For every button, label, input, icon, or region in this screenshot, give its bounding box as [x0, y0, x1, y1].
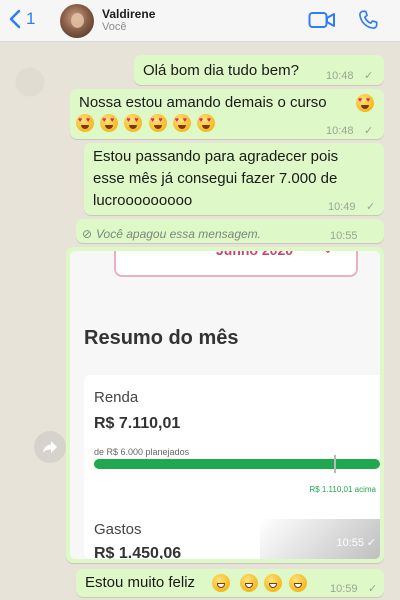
grinning-emoji-icon: [264, 574, 283, 592]
deleted-message-bubble[interactable]: ⊘ Você apagou essa mensagem. 10:55: [76, 219, 384, 243]
forward-button[interactable]: [34, 431, 66, 463]
message-time: 10:55: [336, 537, 364, 549]
planned-marker: [334, 455, 336, 473]
income-value: R$ 7.110,01: [94, 415, 181, 432]
heart-eyes-emoji-icon: ♥ ♥: [356, 94, 376, 116]
message-time: 10:48: [326, 70, 354, 82]
video-call-icon[interactable]: [308, 10, 336, 30]
message-text: Nossa estou amando demais o curso: [79, 94, 327, 111]
income-label: Renda: [94, 389, 139, 406]
phone-call-icon[interactable]: [357, 8, 379, 32]
heart-eyes-emoji-icon: ♥ ♥: [100, 114, 119, 132]
month-selector: Junho 2020 ⌄: [114, 251, 358, 277]
message-bubble[interactable]: Estou passando para agradecer pois esse …: [84, 143, 384, 215]
chat-header: 1 Valdirene Você: [0, 0, 400, 42]
summary-title: Resumo do mês: [84, 327, 239, 349]
blocked-icon: ⊘: [82, 227, 93, 241]
chevron-left-icon: [9, 9, 21, 29]
check-icon: ✓: [364, 70, 374, 82]
check-icon: ✓: [368, 583, 378, 595]
message-time: 10:59: [330, 583, 358, 595]
month-label: Junho 2020: [216, 251, 293, 261]
income-progress-bar: [94, 455, 380, 473]
contact-subtitle: Você: [102, 21, 127, 33]
chat-area[interactable]: Olá bom dia tudo bem? 10:48 ✓ Nossa esto…: [0, 42, 400, 600]
check-icon: ✓: [364, 125, 374, 137]
expenses-label: Gastos: [94, 521, 142, 538]
grinning-emoji-icon: [240, 574, 259, 592]
message-text-line: esse mês já consegui fazer 7.000 de: [93, 170, 338, 187]
forward-icon: [43, 441, 57, 453]
back-button[interactable]: 1: [8, 9, 35, 29]
shared-screenshot-image[interactable]: Junho 2020 ⌄ Resumo do mês Renda R$ 7.11…: [70, 251, 380, 559]
heart-eyes-emoji-icon: ♥ ♥: [76, 114, 94, 132]
check-icon: ✓: [366, 201, 376, 213]
message-text: Estou muito feliz: [85, 574, 196, 591]
message-bubble[interactable]: Nossa estou amando demais o curso ♥ ♥ ♥ ♥ …: [70, 89, 384, 139]
income-progress-fill: [94, 459, 380, 469]
heart-eyes-emoji-icon: ♥ ♥: [172, 114, 191, 132]
expenses-value: R$ 1.450,06: [94, 545, 182, 559]
heart-eyes-emoji-icon: ♥ ♥: [148, 114, 167, 132]
chevron-down-icon: ⌄: [322, 251, 334, 259]
image-message-bubble[interactable]: Junho 2020 ⌄ Resumo do mês Renda R$ 7.11…: [66, 247, 384, 563]
message-text-line: Estou passando para agradecer pois: [93, 148, 339, 165]
grinning-emoji-icon: [212, 574, 230, 592]
emoji-row: [212, 574, 309, 596]
income-over-label: R$ 1.110,01 acima: [309, 485, 376, 494]
message-text: Olá bom dia tudo bem?: [143, 62, 299, 79]
check-icon: ✓: [366, 537, 376, 549]
message-time: 10:55: [330, 230, 358, 242]
message-bubble[interactable]: Estou muito feliz 10:59 ✓: [76, 569, 384, 597]
deleted-message-text: Você apagou essa mensagem.: [96, 227, 261, 241]
unread-count: 1: [26, 9, 36, 28]
message-time: 10:49: [328, 201, 356, 213]
message-time: 10:48: [326, 125, 354, 137]
heart-eyes-emoji-icon: ♥ ♥: [124, 114, 143, 132]
avatar[interactable]: [60, 4, 94, 38]
contact-name[interactable]: Valdirene: [102, 7, 155, 21]
grinning-emoji-icon: [288, 574, 307, 592]
message-bubble[interactable]: Olá bom dia tudo bem? 10:48 ✓: [134, 55, 384, 85]
heart-eyes-emoji-icon: ♥ ♥: [196, 114, 215, 132]
emoji-row: ♥ ♥ ♥ ♥ ♥ ♥ ♥ ♥ ♥ ♥ ♥ ♥: [76, 114, 217, 136]
message-text-line: lucrooooooooo: [93, 192, 193, 209]
